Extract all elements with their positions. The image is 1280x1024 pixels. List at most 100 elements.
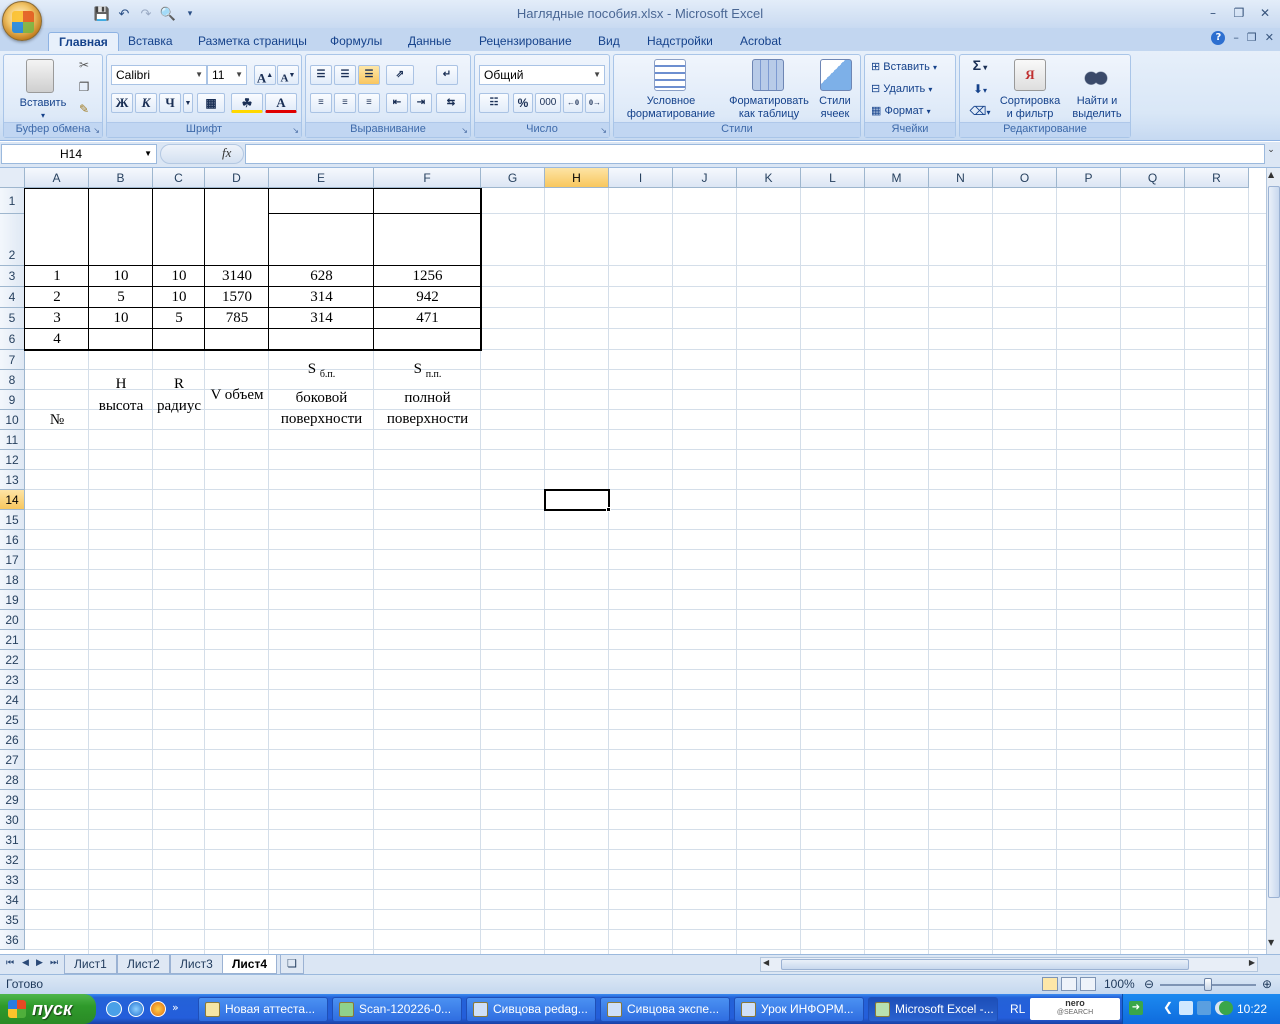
network-icon[interactable]: [1179, 1001, 1193, 1015]
tab-acrobat[interactable]: Acrobat: [730, 32, 791, 51]
header-lateral-label-1[interactable]: боковой: [269, 388, 374, 408]
font-name-combo[interactable]: Calibri ▼: [111, 65, 207, 85]
workbook-close-icon[interactable]: ✕: [1265, 31, 1274, 45]
column-header-c[interactable]: C: [153, 168, 205, 188]
sheet-tab-3[interactable]: Лист3: [170, 955, 223, 974]
dialog-launcher-icon[interactable]: ↘: [600, 126, 607, 135]
restore-icon[interactable]: ❐: [1228, 4, 1250, 22]
table-cell[interactable]: [374, 329, 481, 350]
expand-formula-bar-icon[interactable]: ⌄: [1264, 145, 1278, 163]
increase-decimal-icon[interactable]: ←0: [563, 93, 583, 113]
sort-filter-icon[interactable]: Я: [1014, 59, 1046, 91]
quick-launch-more-icon[interactable]: »: [172, 1001, 179, 1017]
table-cell[interactable]: 314: [269, 287, 374, 308]
row-header-30[interactable]: 30: [0, 810, 25, 830]
row-header-1[interactable]: 1: [0, 188, 25, 214]
formula-input[interactable]: [245, 144, 1265, 164]
align-top-icon[interactable]: ☰: [310, 65, 332, 85]
borders-icon[interactable]: ▦: [197, 93, 225, 113]
align-left-icon[interactable]: ≡: [310, 93, 332, 113]
header-s-total[interactable]: S п.п.: [374, 358, 481, 380]
bold-button[interactable]: Ж: [111, 93, 133, 113]
row-header-5[interactable]: 5: [0, 308, 25, 329]
tray-arrow-icon[interactable]: ❮: [1163, 1000, 1173, 1014]
dialog-launcher-icon[interactable]: ↘: [93, 126, 100, 135]
row-header-9[interactable]: 9: [0, 390, 25, 410]
minimize-icon[interactable]: –: [1202, 4, 1224, 22]
table-cell[interactable]: [153, 329, 205, 350]
row-header-4[interactable]: 4: [0, 287, 25, 308]
shrink-font-button[interactable]: A▼: [277, 65, 299, 85]
column-header-b[interactable]: B: [89, 168, 153, 188]
antivirus-icon[interactable]: [1219, 1001, 1233, 1015]
column-header-r[interactable]: R: [1185, 168, 1249, 188]
sort-filter-button[interactable]: Сортировка и фильтр: [996, 95, 1064, 121]
row-header-21[interactable]: 21: [0, 630, 25, 650]
scroll-left-icon[interactable]: ◀: [763, 958, 769, 967]
table-cell[interactable]: 5: [153, 308, 205, 329]
decrease-indent-icon[interactable]: ⇤: [386, 93, 408, 113]
table-cell[interactable]: 2: [25, 287, 89, 308]
format-as-table-button[interactable]: Форматировать как таблицу: [724, 95, 814, 121]
table-cell[interactable]: 10: [89, 266, 153, 287]
cell-styles-button[interactable]: Стили ячеек: [812, 95, 858, 121]
header-volume[interactable]: V объем: [205, 385, 269, 405]
font-size-combo[interactable]: 11 ▼: [207, 65, 247, 85]
row-header-34[interactable]: 34: [0, 890, 25, 910]
vertical-scroll-thumb[interactable]: [1268, 186, 1280, 898]
horizontal-scroll-thumb[interactable]: [781, 959, 1189, 970]
column-header-g[interactable]: G: [481, 168, 545, 188]
table-cell[interactable]: 942: [374, 287, 481, 308]
table-cell[interactable]: 1: [25, 266, 89, 287]
copy-icon[interactable]: ❐: [76, 81, 92, 94]
column-header-p[interactable]: P: [1057, 168, 1121, 188]
table-cell[interactable]: [205, 329, 269, 350]
row-header-12[interactable]: 12: [0, 450, 25, 470]
column-header-q[interactable]: Q: [1121, 168, 1185, 188]
next-sheet-icon[interactable]: ▶: [36, 958, 43, 968]
orientation-icon[interactable]: ⇗: [386, 65, 414, 85]
dialog-launcher-icon[interactable]: ↘: [292, 126, 299, 135]
zoom-level[interactable]: 100%: [1104, 977, 1135, 991]
conditional-formatting-icon[interactable]: [654, 59, 686, 91]
show-desktop-icon[interactable]: [106, 1001, 122, 1017]
tab-review[interactable]: Рецензирование: [469, 32, 582, 51]
zoom-slider-knob[interactable]: [1204, 978, 1212, 991]
grow-font-button[interactable]: A▲: [254, 65, 276, 85]
find-select-button[interactable]: Найти и выделить: [1064, 95, 1130, 121]
row-header-33[interactable]: 33: [0, 870, 25, 890]
row-header-32[interactable]: 32: [0, 850, 25, 870]
column-header-n[interactable]: N: [929, 168, 993, 188]
column-header-m[interactable]: M: [865, 168, 929, 188]
fill-handle[interactable]: [606, 507, 611, 512]
number-format-combo[interactable]: Общий ▼: [479, 65, 605, 85]
header-h-symbol[interactable]: H: [89, 374, 153, 394]
monitor-icon[interactable]: [1197, 1001, 1211, 1015]
column-header-o[interactable]: O: [993, 168, 1057, 188]
first-sheet-icon[interactable]: ⏮: [6, 958, 14, 968]
table-cell[interactable]: 3: [25, 308, 89, 329]
zoom-in-icon[interactable]: ⊕: [1262, 977, 1272, 991]
tab-home[interactable]: Главная: [48, 32, 119, 51]
row-header-26[interactable]: 26: [0, 730, 25, 750]
taskbar-item-3[interactable]: Сивцова pedag...: [466, 997, 596, 1022]
sheet-tab-4[interactable]: Лист4: [222, 955, 278, 974]
start-button[interactable]: пуск: [0, 994, 96, 1024]
scroll-up-icon[interactable]: ▲: [1268, 170, 1274, 179]
row-header-14[interactable]: 14: [0, 490, 25, 510]
row-header-3[interactable]: 3: [0, 266, 25, 287]
close-icon[interactable]: ✕: [1254, 4, 1276, 22]
table-cell[interactable]: [269, 329, 374, 350]
row-header-25[interactable]: 25: [0, 710, 25, 730]
header-r-symbol[interactable]: R: [153, 374, 205, 394]
align-center-icon[interactable]: ≡: [334, 93, 356, 113]
taskbar-item-4[interactable]: Сивцова экспе...: [600, 997, 730, 1022]
table-cell[interactable]: 1256: [374, 266, 481, 287]
cut-icon[interactable]: ✂: [76, 59, 92, 72]
merge-center-icon[interactable]: ⇆: [436, 93, 466, 113]
page-layout-view-icon[interactable]: [1061, 977, 1077, 991]
italic-button[interactable]: К: [135, 93, 157, 113]
row-header-19[interactable]: 19: [0, 590, 25, 610]
row-header-27[interactable]: 27: [0, 750, 25, 770]
row-header-11[interactable]: 11: [0, 430, 25, 450]
